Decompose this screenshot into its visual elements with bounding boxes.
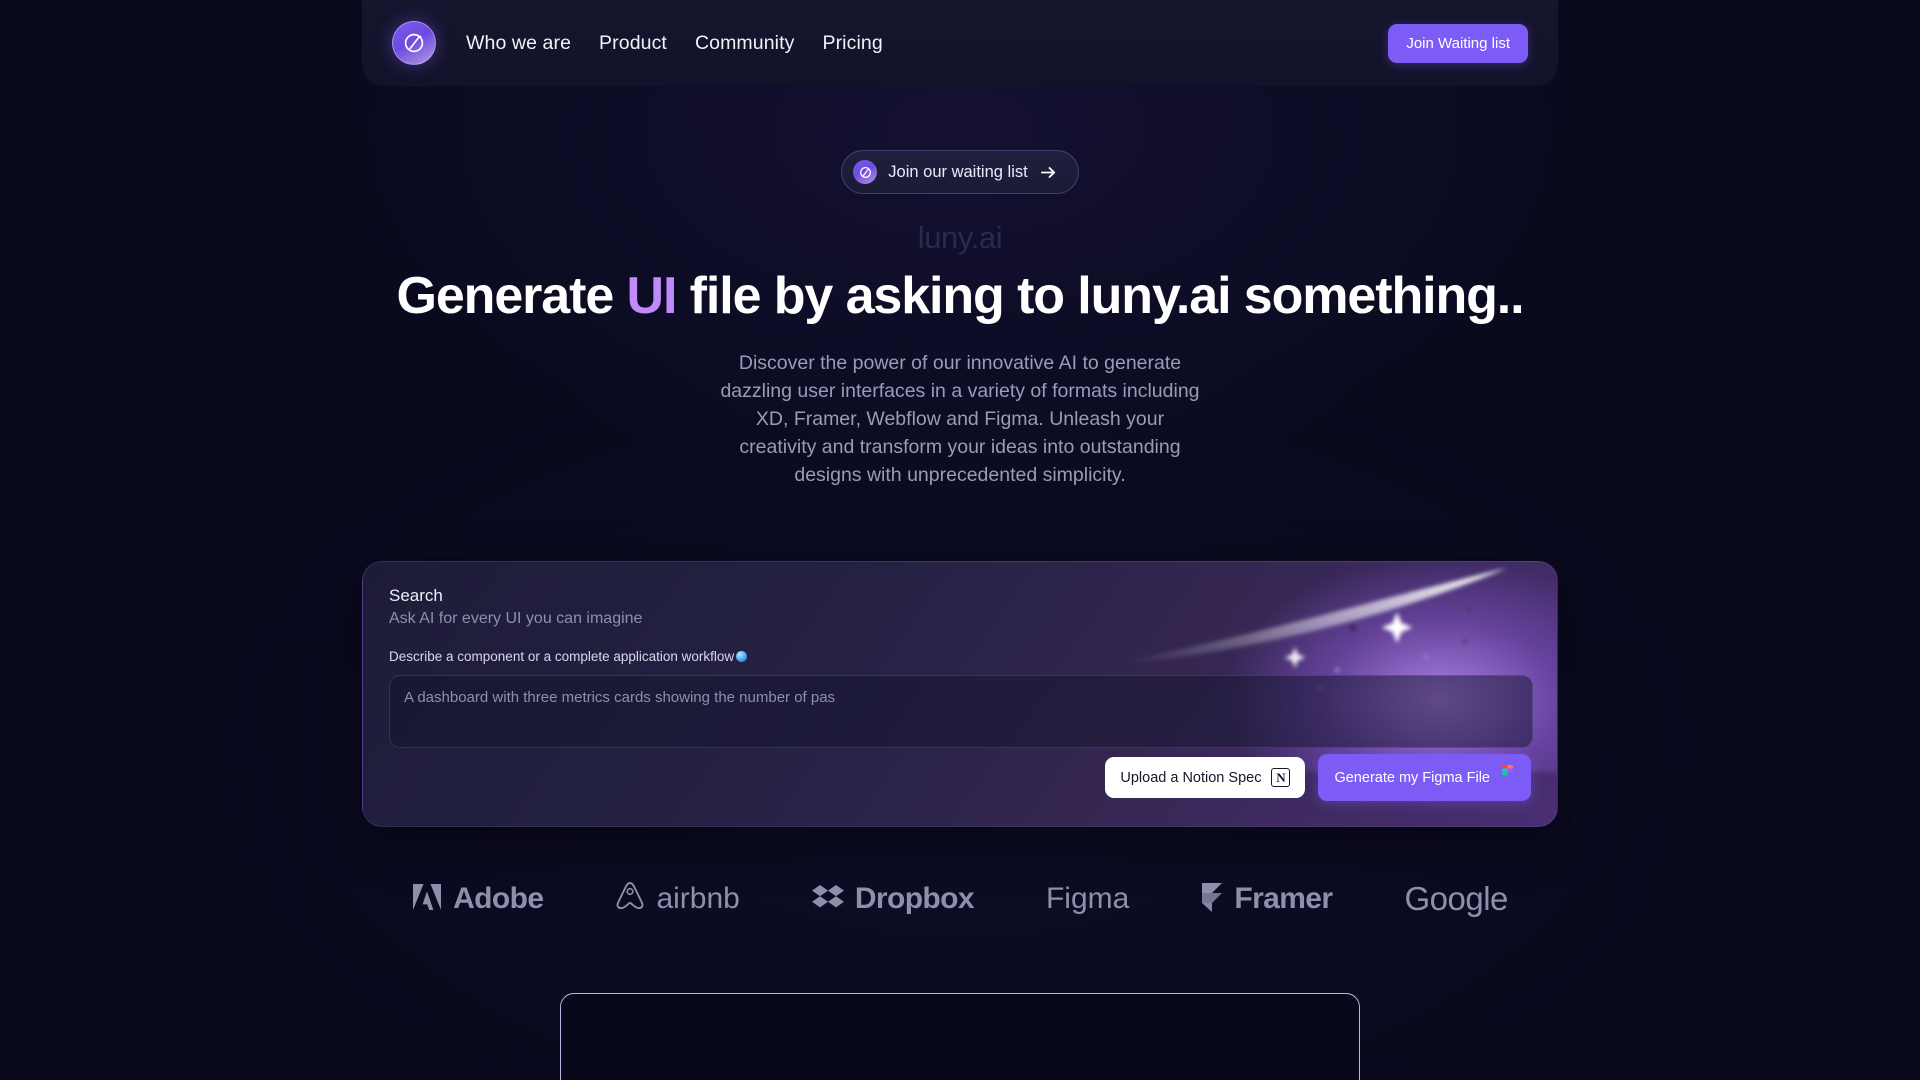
generate-figma-file-label: Generate my Figma File bbox=[1334, 769, 1490, 786]
upload-notion-spec-label: Upload a Notion Spec bbox=[1120, 769, 1262, 786]
hero-description: Discover the power of our innovative AI … bbox=[720, 352, 1200, 486]
brand-logo-framer: Framer bbox=[1201, 882, 1333, 917]
prompt-field-label: Describe a component or a complete appli… bbox=[389, 649, 1531, 664]
figma-wordmark-icon: Figma bbox=[1045, 882, 1130, 915]
hero-section: Join our waiting list luny.ai Generate U… bbox=[0, 86, 1920, 490]
dropbox-logo-label: Dropbox bbox=[854, 882, 975, 915]
adobe-logo-icon bbox=[412, 883, 442, 916]
adobe-logo-label: Adobe bbox=[453, 882, 544, 915]
brand-logo-google: Google bbox=[1404, 880, 1508, 918]
google-wordmark-icon: Google bbox=[1404, 880, 1508, 917]
primary-nav: Who we are Product Community Pricing bbox=[466, 32, 883, 55]
brand-logos-row: Adobe airbnb Dropbox Figma Framer Google bbox=[0, 880, 1920, 918]
blue-sphere-icon bbox=[736, 651, 748, 662]
upload-notion-spec-button[interactable]: Upload a Notion Spec N bbox=[1105, 757, 1306, 798]
notion-logo-icon: N bbox=[1271, 768, 1291, 787]
brand-logo-figma: Figma bbox=[1046, 882, 1129, 916]
headline-text-2: file by asking to luny.ai something.. bbox=[676, 267, 1525, 325]
search-card-actions: Upload a Notion Spec N Generate my Figma… bbox=[1105, 754, 1531, 801]
figma-logo-icon bbox=[1500, 765, 1515, 790]
search-card: Search Ask AI for every UI you can imagi… bbox=[362, 561, 1558, 827]
framer-logo-label: Framer bbox=[1234, 882, 1333, 915]
luny-circle-logo-icon bbox=[853, 160, 878, 184]
nav-item-who-we-are[interactable]: Who we are bbox=[466, 32, 571, 55]
site-header: Who we are Product Community Pricing Joi… bbox=[362, 0, 1558, 86]
pill-label: Join our waiting list bbox=[888, 162, 1028, 181]
luny-circle-logo-icon[interactable] bbox=[392, 21, 436, 65]
page-title: Generate UI file by asking to luny.ai so… bbox=[0, 268, 1920, 324]
framer-logo-icon bbox=[1201, 882, 1223, 917]
headline-text-1: Generate bbox=[396, 267, 627, 325]
brand-logo-adobe: Adobe bbox=[412, 882, 544, 916]
generate-figma-file-button[interactable]: Generate my Figma File bbox=[1318, 754, 1531, 801]
prompt-field-label-text: Describe a component or a complete appli… bbox=[389, 649, 735, 664]
join-waiting-list-button[interactable]: Join Waiting list bbox=[1388, 23, 1528, 63]
headline-accent: UI bbox=[626, 267, 678, 325]
airbnb-logo-label: airbnb bbox=[656, 882, 740, 915]
search-card-subtitle: Ask AI for every UI you can imagine bbox=[389, 610, 643, 627]
brand-subtitle: luny.ai bbox=[917, 220, 1003, 255]
prompt-textarea[interactable] bbox=[389, 675, 1533, 748]
nav-item-community[interactable]: Community bbox=[695, 32, 795, 55]
dropbox-logo-icon bbox=[811, 884, 844, 915]
airbnb-logo-icon bbox=[615, 881, 645, 917]
search-card-title: Search bbox=[389, 586, 443, 605]
arrow-right-icon bbox=[1039, 163, 1058, 182]
brand-logo-airbnb: airbnb bbox=[615, 881, 740, 917]
brand-logo-dropbox: Dropbox bbox=[811, 882, 975, 916]
preview-frame-placeholder bbox=[560, 993, 1360, 1080]
join-waiting-list-pill[interactable]: Join our waiting list bbox=[841, 150, 1079, 194]
nav-item-product[interactable]: Product bbox=[599, 32, 667, 55]
nav-item-pricing[interactable]: Pricing bbox=[822, 32, 882, 55]
